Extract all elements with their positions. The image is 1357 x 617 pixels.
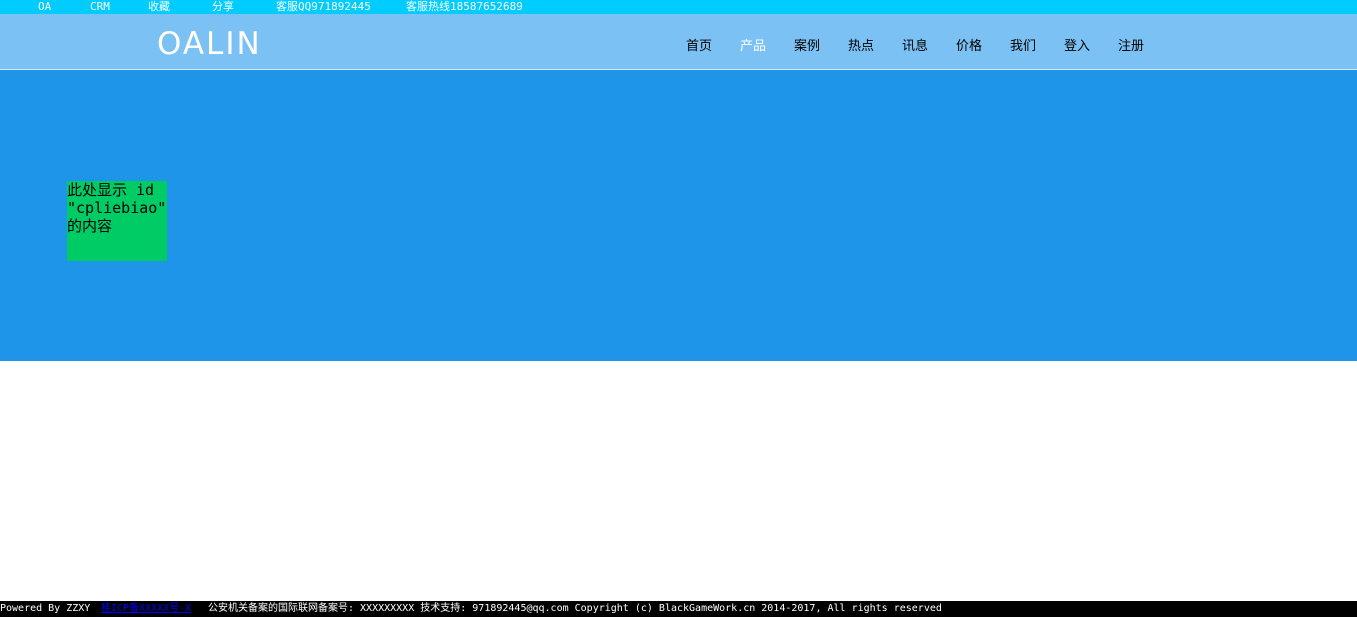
nav-item-home[interactable]: 首页 <box>686 38 712 54</box>
footer-info: 公安机关备案的国际联网备案号: XXXXXXXXX 技术支持: 97189244… <box>208 603 942 614</box>
main-banner: 此处显示 id "cpliebiao" 的内容 <box>0 70 1357 361</box>
footer-powered-by: Powered By ZZXY <box>0 603 91 614</box>
topbar-link-service-qq[interactable]: 客服QQ971892445 <box>276 0 371 14</box>
topbar-link-share[interactable]: 分享 <box>212 0 234 14</box>
site-logo[interactable]: OALIN <box>157 27 262 61</box>
topbar-link-service-hotline[interactable]: 客服热线18587652689 <box>406 0 523 14</box>
cpliebiao-placeholder: 此处显示 id "cpliebiao" 的内容 <box>67 181 167 261</box>
nav-item-news[interactable]: 讯息 <box>902 38 928 54</box>
topbar-link-crm[interactable]: CRM <box>90 0 110 14</box>
topbar-link-favorite[interactable]: 收藏 <box>148 0 170 14</box>
nav-item-price[interactable]: 价格 <box>956 38 982 54</box>
site-header: OALIN 首页 产品 案例 热点 讯息 价格 我们 登入 注册 <box>0 14 1357 70</box>
nav-item-about[interactable]: 我们 <box>1010 38 1036 54</box>
topbar-link-oa[interactable]: OA <box>38 0 51 14</box>
footer-icp-link[interactable]: 桂ICP备XXXXX号-X <box>101 601 191 617</box>
nav-item-login[interactable]: 登入 <box>1064 38 1090 54</box>
nav-item-hot[interactable]: 热点 <box>848 38 874 54</box>
nav-item-products[interactable]: 产品 <box>740 38 766 54</box>
top-utility-bar: OA CRM 收藏 分享 客服QQ971892445 客服热线185876526… <box>0 0 1357 14</box>
nav-item-cases[interactable]: 案例 <box>794 38 820 54</box>
site-footer: Powered By ZZXY 桂ICP备XXXXX号-X 公安机关备案的国际联… <box>0 601 1357 617</box>
nav-item-register[interactable]: 注册 <box>1118 38 1144 54</box>
